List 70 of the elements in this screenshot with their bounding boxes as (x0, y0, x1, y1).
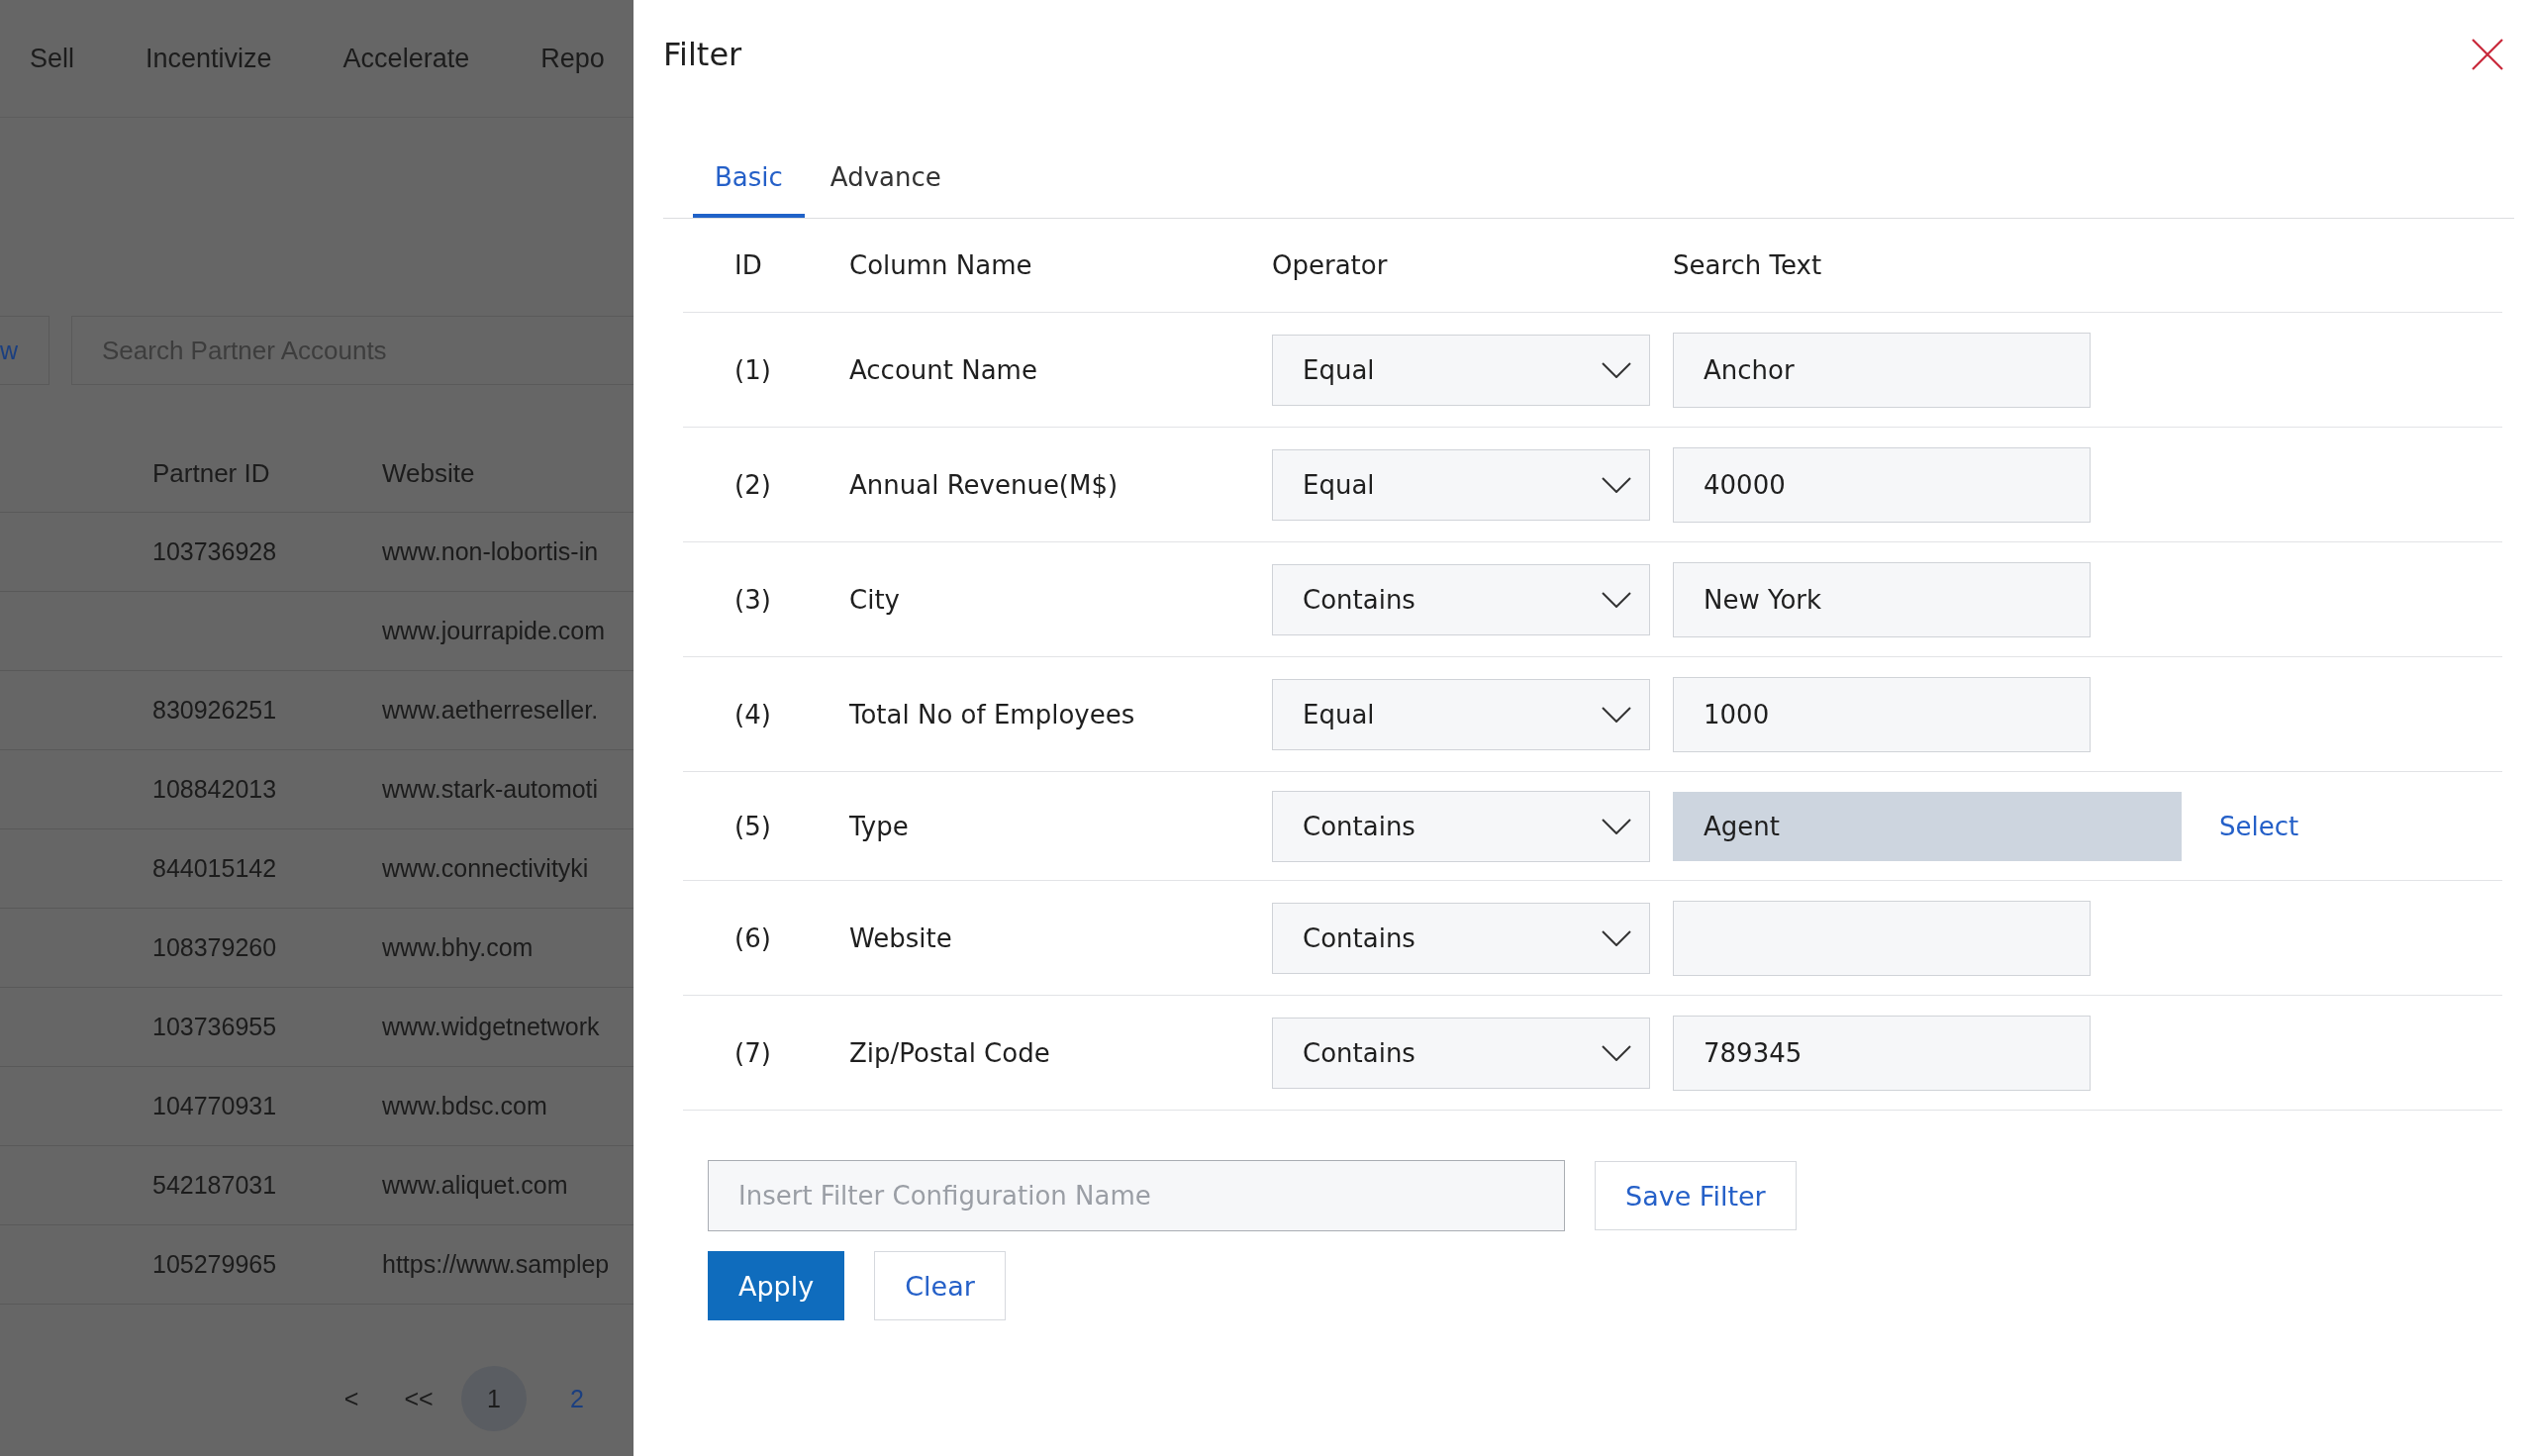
search-text-field[interactable]: 1000 (1673, 676, 2091, 752)
panel-title: Filter (663, 36, 742, 73)
table-cell-text: 542187031 (151, 1171, 278, 1200)
clear-button[interactable]: Clear (874, 1251, 1006, 1320)
chevron-down-icon (1602, 706, 1631, 723)
close-button[interactable] (2471, 38, 2504, 71)
table-cell: https://www.samplep (382, 1250, 610, 1279)
column-name: Website (849, 922, 953, 953)
operator-dropdown[interactable]: Equal (1272, 334, 1650, 406)
search-text-field[interactable]: Agent (1673, 791, 2182, 861)
column-name: Account Name (849, 354, 1038, 385)
search-text-field[interactable]: New York (1673, 561, 2091, 637)
chevron-down-icon (1602, 361, 1631, 378)
table-cell: www.connectivityki (382, 854, 589, 883)
column-name: Annual Revenue(M$) (849, 469, 1120, 500)
row-id: (6) (733, 922, 772, 953)
operator-dropdown[interactable]: Contains (1272, 902, 1650, 974)
column-header: Partner ID (151, 457, 271, 489)
tab[interactable]: Advance (808, 148, 963, 218)
row-id: (5) (733, 811, 772, 841)
chevron-down-icon (1602, 1044, 1631, 1061)
column-header: Website (382, 457, 475, 489)
table-cell: www.stark-automoti (382, 775, 599, 804)
filter-name-field[interactable]: Insert Filter Configuration Name (708, 1160, 1565, 1231)
row-id: (3) (733, 584, 772, 615)
table-cell-text: 844015142 (151, 854, 278, 883)
operator-dropdown[interactable]: Contains (1272, 1017, 1650, 1089)
chevron-down-icon (1602, 818, 1631, 834)
table-cell-text: 830926251 (151, 696, 278, 725)
column-name: Zip/Postal Code (849, 1037, 1051, 1068)
row-id: (1) (733, 354, 772, 385)
operator-dropdown[interactable]: Contains (1272, 790, 1650, 862)
table-cell-text: 103736955 (151, 1013, 278, 1041)
table-cell: www.widgetnetwork (382, 1013, 600, 1041)
operator-dropdown[interactable]: Equal (1272, 448, 1650, 521)
table-cell: www.bhy.com (382, 933, 534, 962)
search-text-field[interactable]: Anchor (1673, 332, 2091, 408)
save-filter-button[interactable]: Save Filter (1595, 1161, 1797, 1230)
table-cell: www.jourrapide.com (382, 617, 606, 645)
chevron-down-icon (1602, 476, 1631, 493)
row-id: (2) (733, 469, 772, 500)
table-cell-text: 108379260 (151, 933, 278, 962)
apply-button[interactable]: Apply (708, 1251, 845, 1320)
row-id: (4) (733, 699, 772, 729)
operator-dropdown[interactable]: Contains (1272, 563, 1650, 635)
column-header: Search Text (1673, 250, 1822, 280)
search-text-field[interactable]: 789345 (1673, 1015, 2091, 1091)
row-id: (7) (733, 1037, 772, 1068)
tab[interactable]: Basic (693, 148, 805, 218)
chevron-down-icon (1602, 591, 1631, 608)
table-cell-text: 105279965 (151, 1250, 278, 1279)
table-cell-text: 108842013 (151, 775, 278, 804)
column-header: Operator (1272, 250, 1389, 280)
select-link[interactable]: Select (2219, 811, 2299, 841)
column-name: City (849, 584, 901, 615)
table-cell-text: 103736928 (151, 537, 278, 566)
column-name: Total No of Employees (849, 699, 1136, 729)
operator-dropdown[interactable]: Equal (1272, 678, 1650, 750)
table-cell-text: 104770931 (151, 1092, 278, 1120)
search-text-field[interactable]: 40000 (1673, 446, 2091, 523)
table-cell: www.bdsc.com (382, 1092, 547, 1120)
chevron-down-icon (1602, 929, 1631, 946)
search-text-field[interactable] (1673, 900, 2091, 976)
column-name: Type (849, 811, 910, 841)
close-icon (2471, 38, 2504, 71)
table-cell: www.aetherreseller. (382, 696, 599, 725)
column-header: Column Name (849, 250, 1033, 280)
table-cell: www.non-lobortis-in (382, 537, 599, 566)
column-header: ID (733, 250, 763, 280)
table-cell: www.aliquet.com (382, 1171, 568, 1200)
